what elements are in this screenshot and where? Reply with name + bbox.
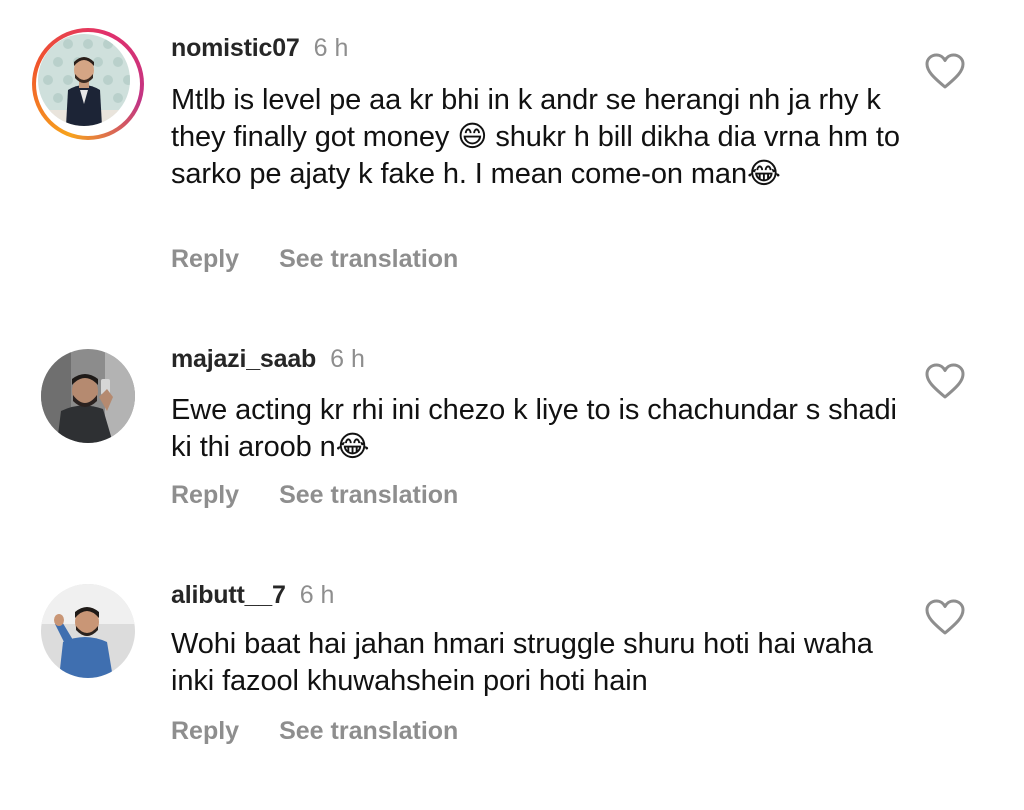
see-translation-button[interactable]: See translation: [279, 717, 458, 745]
avatar[interactable]: [41, 584, 135, 678]
username[interactable]: alibutt__7: [171, 581, 286, 609]
timestamp: 6 h: [299, 581, 335, 609]
comment-item: alibutt__7 6 h Wohi baat hai jahan hmari …: [0, 0, 1024, 780]
comment-text: Wohi baat hai jahan hmari struggle shuru…: [171, 628, 873, 697]
like-button[interactable]: [924, 598, 966, 636]
reply-button[interactable]: Reply: [171, 717, 239, 745]
avatar-image: [41, 584, 135, 678]
comment-header: alibutt__7 6 h: [171, 580, 334, 610]
heart-outline-icon: [925, 599, 965, 635]
comment-actions: Reply See translation: [171, 716, 458, 746]
